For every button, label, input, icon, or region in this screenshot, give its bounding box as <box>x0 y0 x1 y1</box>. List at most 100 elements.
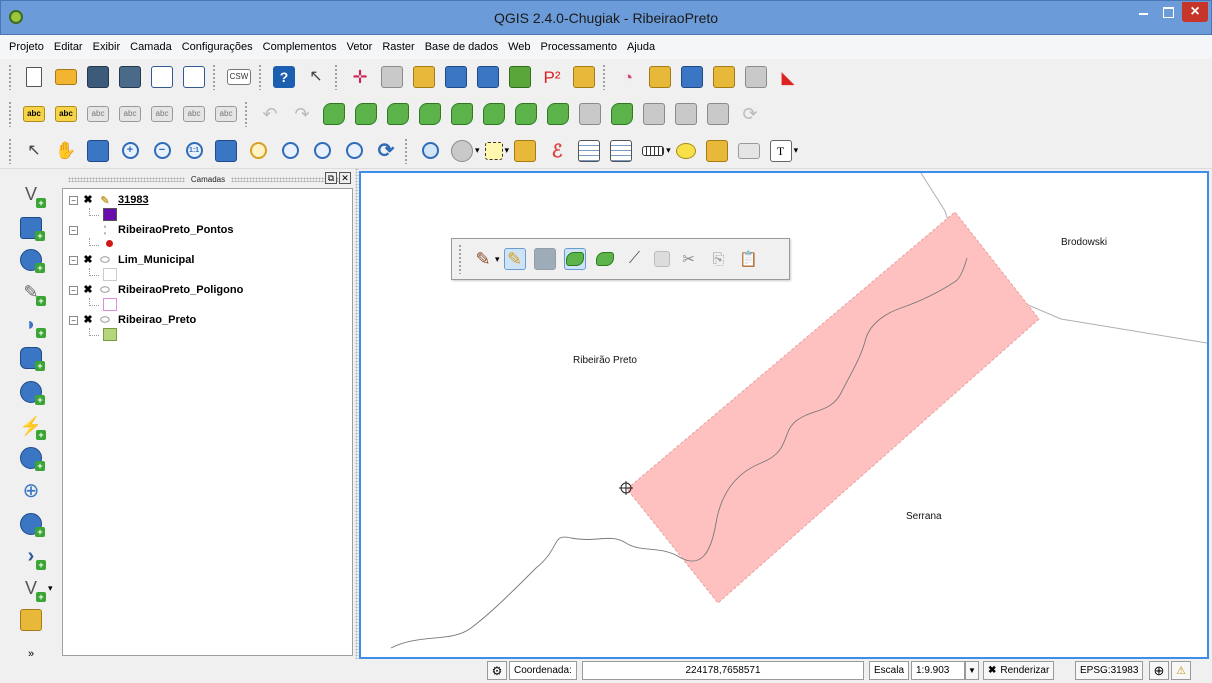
menu-camada[interactable]: Camada <box>125 41 177 53</box>
collapse-icon[interactable]: − <box>69 285 78 295</box>
toolbar-grip[interactable] <box>334 64 338 90</box>
toolbar-grip[interactable] <box>8 64 12 90</box>
touch-zoom-icon[interactable]: ↖ <box>23 140 45 162</box>
node-tool-icon[interactable] <box>707 103 729 125</box>
zoom-full-icon[interactable] <box>215 139 237 162</box>
merge-attributes-icon[interactable] <box>675 103 697 125</box>
zoom-next-icon[interactable] <box>343 140 365 162</box>
toolbar-grip[interactable] <box>258 64 262 90</box>
layer-symbol-swatch[interactable] <box>103 298 117 311</box>
layer-item-ribeirao-preto[interactable]: − ✖ ⬭ Ribeirao_Preto <box>69 312 196 328</box>
save-project-icon[interactable] <box>87 66 109 88</box>
menu-ajuda[interactable]: Ajuda <box>622 41 660 53</box>
close-panel-icon[interactable]: ✕ <box>339 172 351 184</box>
add-wms-tile-icon[interactable]: ⊕ <box>20 479 42 502</box>
render-checkbox[interactable]: ✖ <box>988 665 996 676</box>
open-project-icon[interactable] <box>55 69 77 85</box>
crs-value[interactable]: EPSG:31983 <box>1075 661 1144 680</box>
zoom-in-icon[interactable]: + <box>119 140 141 162</box>
new-shapefile-icon[interactable]: › + <box>20 545 46 570</box>
interpolation-icon[interactable] <box>477 66 499 88</box>
pin-labels-icon[interactable]: abc <box>55 106 77 122</box>
undo-icon[interactable]: ↶ <box>259 103 281 125</box>
layer-visibility-checkbox[interactable]: ✖ <box>82 254 94 266</box>
rotate-point-symbols-icon[interactable]: ⟳ <box>739 103 761 125</box>
cut-features-icon[interactable]: ✂ <box>678 248 700 270</box>
p2-icon[interactable]: P² <box>541 66 563 88</box>
help-icon[interactable]: ? <box>273 66 295 88</box>
toggle-editing-icon[interactable]: ✎ <box>503 248 526 270</box>
layer-symbol-swatch[interactable] <box>103 328 117 341</box>
layer-symbol-swatch[interactable] <box>103 268 117 281</box>
layer-symbol-swatch[interactable] <box>103 208 117 221</box>
layer-item-31983[interactable]: − ✖ ✎ 31983 <box>69 192 149 208</box>
minimize-button[interactable] <box>1130 2 1156 22</box>
chevron-down-icon[interactable]: ▾ <box>666 145 671 156</box>
pan-to-selection-icon[interactable] <box>87 139 109 162</box>
heatmap-icon[interactable] <box>445 66 467 88</box>
collapse-icon[interactable]: − <box>69 225 78 235</box>
scale-combo[interactable]: 1:9.903 ▼ <box>911 661 979 680</box>
maximize-button[interactable] <box>1156 2 1181 22</box>
toolbar-grip[interactable] <box>404 137 408 164</box>
text-annotation-icon[interactable]: T <box>769 139 792 162</box>
collapse-icon[interactable]: − <box>69 195 78 205</box>
zoom-to-layer-icon[interactable] <box>279 140 301 162</box>
chevron-down-icon[interactable]: ▾ <box>794 145 799 156</box>
paste-features-icon[interactable]: 📋 <box>738 248 760 270</box>
menu-processamento[interactable]: Processamento <box>536 41 622 53</box>
redo-icon[interactable]: ↷ <box>291 103 313 125</box>
open-field-calculator-icon[interactable] <box>610 139 633 162</box>
menu-raster[interactable]: Raster <box>377 41 419 53</box>
split-parts-icon[interactable] <box>611 103 633 125</box>
map-tips-icon[interactable] <box>675 142 696 159</box>
chevron-down-icon[interactable]: ▾ <box>495 254 500 265</box>
toolbar-grip[interactable] <box>458 244 462 274</box>
layer-visibility-checkbox[interactable]: ✖ <box>82 194 94 206</box>
reshape-features-icon[interactable] <box>515 103 537 125</box>
delete-part-icon[interactable] <box>483 103 505 125</box>
scale-value[interactable]: 1:9.903 <box>911 661 965 680</box>
new-spatialite-layer-icon[interactable]: V + <box>20 577 46 602</box>
zoom-last-icon[interactable] <box>311 140 333 162</box>
coordinate-value[interactable]: 224178,7658571 <box>582 661 864 680</box>
current-edits-icon[interactable]: ✎ <box>472 248 494 270</box>
save-as-icon[interactable] <box>119 66 141 88</box>
delete-ring-icon[interactable] <box>451 103 473 125</box>
pan-map-icon[interactable]: ✋ <box>55 140 77 162</box>
menu-projeto[interactable]: Projeto <box>4 41 49 53</box>
menu-exibir[interactable]: Exibir <box>88 41 126 53</box>
menu-configuracoes[interactable]: Configurações <box>177 41 258 53</box>
save-layer-edits-icon[interactable] <box>533 248 556 270</box>
oracle-georaster-icon[interactable] <box>681 66 703 88</box>
label-properties-icon[interactable]: abc <box>215 106 237 122</box>
coordinate-capture-icon[interactable]: ✛ <box>349 66 371 88</box>
zoom-to-selection-icon[interactable] <box>247 140 269 162</box>
chevron-down-icon[interactable]: ▾ <box>48 583 53 594</box>
toolbar-grip[interactable] <box>244 101 248 127</box>
float-panel-icon[interactable]: ⧉ <box>325 172 337 184</box>
georeferencer-icon[interactable] <box>381 66 403 88</box>
change-label-icon[interactable]: abc <box>183 106 205 122</box>
delete-selected-icon[interactable] <box>653 251 670 267</box>
chevron-down-icon[interactable]: ▼ <box>965 661 979 680</box>
layer-point-symbol[interactable] <box>106 240 113 247</box>
coordinate-field[interactable]: 224178,7658571 <box>582 661 864 680</box>
node-tool-icon[interactable]: ⟋ <box>624 248 646 270</box>
menu-complementos[interactable]: Complementos <box>258 41 342 53</box>
move-feature-icon[interactable] <box>594 248 616 270</box>
crs-button[interactable]: EPSG:31983 <box>1075 661 1144 680</box>
layer-visibility-checkbox[interactable]: ✖ <box>82 284 94 296</box>
add-mssql-layer-icon[interactable]: ◗ + <box>20 313 46 338</box>
select-by-expression-icon[interactable]: ℰ <box>546 140 568 162</box>
new-print-composer-icon[interactable] <box>151 66 173 88</box>
split-features-icon[interactable] <box>579 103 601 125</box>
menu-base-de-dados[interactable]: Base de dados <box>420 41 503 53</box>
toolbar-grip[interactable] <box>8 101 12 127</box>
merge-features-icon[interactable] <box>643 103 665 125</box>
layer-labeling-icon[interactable]: abc <box>23 106 45 122</box>
new-bookmark-icon[interactable] <box>705 139 728 162</box>
gps-tools-icon[interactable] <box>413 66 435 88</box>
collapse-icon[interactable]: − <box>69 255 78 265</box>
messages-icon[interactable]: ⚙ <box>487 661 507 680</box>
